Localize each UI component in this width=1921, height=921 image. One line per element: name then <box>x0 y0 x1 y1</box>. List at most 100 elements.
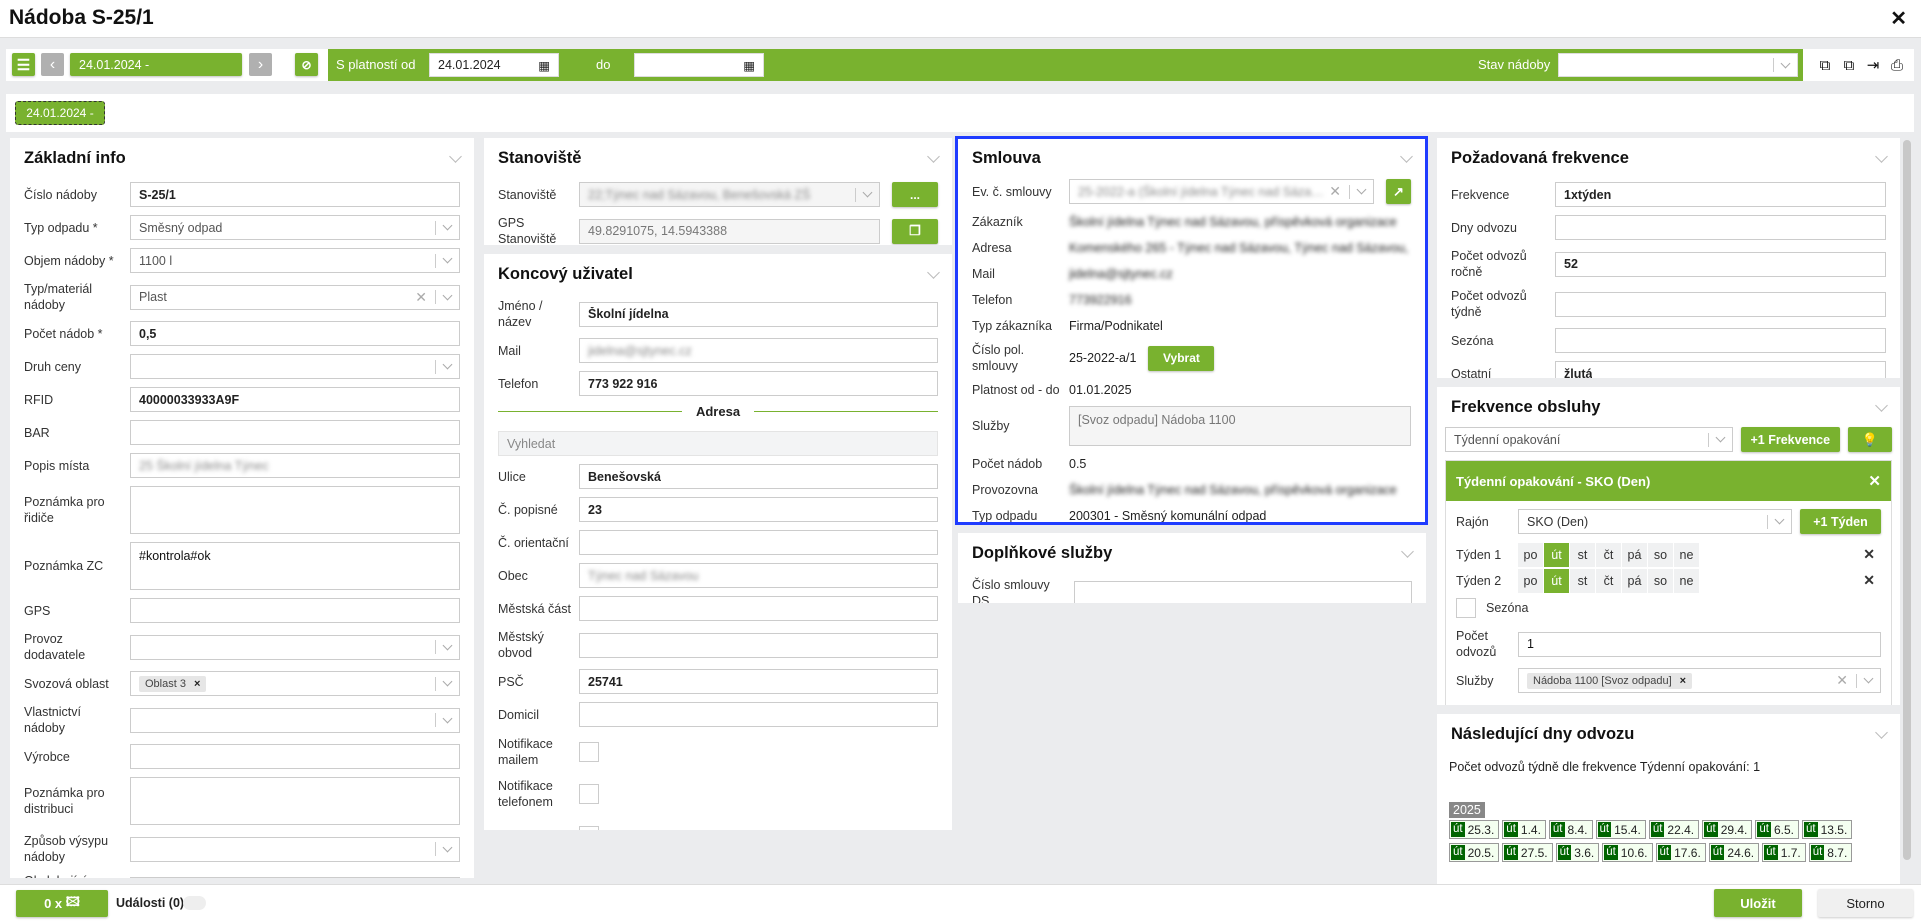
mestska-cast-input[interactable] <box>579 596 938 621</box>
photos-button[interactable]: 0 x 🖾 <box>16 890 108 917</box>
obsluhujici-vozidlo-select[interactable] <box>130 876 460 878</box>
season-checkbox[interactable] <box>1456 597 1476 618</box>
ostatni-input[interactable]: žlutá <box>1555 361 1886 378</box>
typ-material-nadoby-select[interactable]: Plast ✕ <box>130 284 460 310</box>
chevron-down-icon[interactable] <box>927 265 940 279</box>
calendar-icon[interactable]: ▦ <box>743 58 755 73</box>
notifikace-mailem-checkbox[interactable] <box>579 742 599 762</box>
cislo-nadoby-input[interactable]: S-25/1 <box>130 182 460 207</box>
stanoviste-select[interactable]: 22;Týnec nad Sázavou, Benešovská ZŠ <box>579 182 880 207</box>
calendar-icon[interactable]: ▦ <box>538 58 550 73</box>
vyrobce-input[interactable] <box>130 744 460 769</box>
vybrat-button[interactable]: Vybrat <box>1148 345 1215 371</box>
hide-button[interactable]: ⊘ <box>295 53 318 76</box>
day-pa[interactable]: pá <box>1622 542 1647 567</box>
telefon-input[interactable]: 773 922 916 <box>579 371 938 396</box>
gps-stanoviste-input[interactable]: 49.8291075, 14.5943388 <box>579 218 880 244</box>
c-popisne-input[interactable]: 23 <box>579 497 938 522</box>
prev-button[interactable]: ‹ <box>41 53 64 76</box>
frequency-type-select[interactable]: Týdenní opakování <box>1445 427 1733 452</box>
poznamka-pro-distribuci-input[interactable] <box>130 777 460 825</box>
remove-tag-icon[interactable]: × <box>194 678 200 690</box>
mestsky-obvod-input[interactable] <box>579 632 938 658</box>
scrollbar-thumb[interactable] <box>1903 140 1911 860</box>
provoz-dodavatele-select[interactable] <box>130 634 460 660</box>
pocet-odvozu-rocne-input[interactable]: 52 <box>1555 251 1886 277</box>
day-st[interactable]: st <box>1570 542 1595 567</box>
copy-down-icon[interactable]: ⧉ <box>1816 56 1834 74</box>
jmeno-nazev-input[interactable]: Školní jídelna <box>579 301 938 327</box>
mail-input[interactable]: jidelna@sjtynec.cz <box>579 338 938 363</box>
rajon-select[interactable]: SKO (Den) <box>1518 509 1792 534</box>
day-ut[interactable]: út <box>1544 542 1569 567</box>
day-pa[interactable]: pá <box>1622 568 1647 593</box>
chevron-down-icon[interactable] <box>1875 398 1888 412</box>
period-chip[interactable]: 24.01.2024 - <box>15 101 105 125</box>
day-ct[interactable]: čt <box>1596 568 1621 593</box>
chevron-down-icon[interactable] <box>449 149 462 163</box>
cancel-button[interactable]: Storno <box>1818 889 1913 917</box>
psc-input[interactable]: 25741 <box>579 669 938 694</box>
ulice-input[interactable]: Benešovská <box>579 464 938 489</box>
day-po[interactable]: po <box>1518 568 1543 593</box>
bar-input[interactable] <box>130 420 460 445</box>
rfid-input[interactable]: 40000033933A9F <box>130 387 460 412</box>
open-contract-button[interactable]: ↗ <box>1386 179 1411 204</box>
druh-ceny-select[interactable] <box>130 354 460 379</box>
close-icon[interactable]: ✕ <box>1890 6 1907 31</box>
hint-button[interactable]: 💡 <box>1847 427 1892 452</box>
print-icon[interactable]: ⎙ <box>1888 56 1906 74</box>
day-ct[interactable]: čt <box>1596 542 1621 567</box>
typ-odpadu-select[interactable]: Směsný odpad <box>130 215 460 240</box>
sluzby-input[interactable]: [Svoz odpadu] Nádoba 1100 <box>1069 406 1411 446</box>
chevron-down-icon[interactable] <box>1400 149 1413 163</box>
day-po[interactable]: po <box>1518 542 1543 567</box>
poznamka-zc-input[interactable]: #kontrola#ok <box>130 542 460 590</box>
day-ne[interactable]: ne <box>1674 568 1699 593</box>
domicil-input[interactable] <box>579 702 938 727</box>
day-so[interactable]: so <box>1648 542 1673 567</box>
dny-odvozu-input[interactable] <box>1555 215 1886 240</box>
chevron-down-icon[interactable] <box>1401 544 1414 558</box>
poznamka-pro-ridice-input[interactable] <box>130 486 460 534</box>
day-ne[interactable]: ne <box>1674 542 1699 567</box>
remove-tag-icon[interactable]: × <box>1680 675 1686 687</box>
pocet-nadob-input[interactable]: 0,5 <box>130 321 460 346</box>
address-search-input[interactable]: Vyhledat <box>498 431 938 456</box>
next-button[interactable]: › <box>249 53 272 76</box>
copy-button[interactable]: ❐ <box>892 218 938 244</box>
day-st[interactable]: st <box>1570 568 1595 593</box>
save-button[interactable]: Uložit <box>1714 889 1802 917</box>
count-input[interactable]: 1 <box>1518 631 1881 657</box>
chevron-down-icon[interactable] <box>1875 149 1888 163</box>
clear-icon[interactable]: ✕ <box>415 289 427 306</box>
chevron-down-icon[interactable] <box>1875 725 1888 739</box>
-button[interactable]: ... <box>892 182 938 207</box>
menu-button[interactable]: ☰ <box>12 53 35 76</box>
period-select[interactable]: 24.01.2024 - <box>70 53 242 76</box>
c-orientacni-input[interactable] <box>579 530 938 555</box>
obec-input[interactable]: Týnec nad Sázavou <box>579 563 938 588</box>
cislo-smlouvy-ds-input[interactable] <box>1074 580 1412 603</box>
add-week-button[interactable]: +1 Týden <box>1800 509 1881 534</box>
clear-icon[interactable]: ✕ <box>1329 183 1341 200</box>
clear-icon[interactable]: ✕ <box>1836 672 1848 689</box>
remove-week-icon[interactable]: ✕ <box>1863 572 1875 589</box>
close-icon[interactable]: ✕ <box>1868 472 1881 490</box>
ev-c-smlouvy-select[interactable]: 25-2022-a (Školní jídelna Týnec nad Sáza… <box>1069 179 1374 204</box>
notifikace-telefonem-checkbox[interactable] <box>579 784 599 804</box>
pocet-odvozu-tydne-input[interactable] <box>1555 291 1886 317</box>
services-select[interactable]: Nádoba 1100 [Svoz odpadu] × ✕ <box>1518 668 1881 693</box>
events-toggle[interactable] <box>183 896 206 910</box>
remove-week-icon[interactable]: ✕ <box>1863 546 1875 563</box>
export-icon[interactable]: ⇥ <box>1864 56 1882 74</box>
zpusob-vysypu-nadoby-select[interactable] <box>130 836 460 862</box>
popis-mista-input[interactable]: 25 Školní jídelna Týnec <box>130 453 460 478</box>
valid-to-input[interactable]: ▦ <box>634 53 764 77</box>
dluznik-checkbox[interactable] <box>579 826 599 830</box>
objem-nadoby-select[interactable]: 1100 l <box>130 248 460 273</box>
status-select[interactable] <box>1558 53 1798 77</box>
copy-up-icon[interactable]: ⧉ <box>1840 56 1858 74</box>
vlastnictvi-nadoby-select[interactable] <box>130 707 460 733</box>
gps-input[interactable] <box>130 598 460 623</box>
